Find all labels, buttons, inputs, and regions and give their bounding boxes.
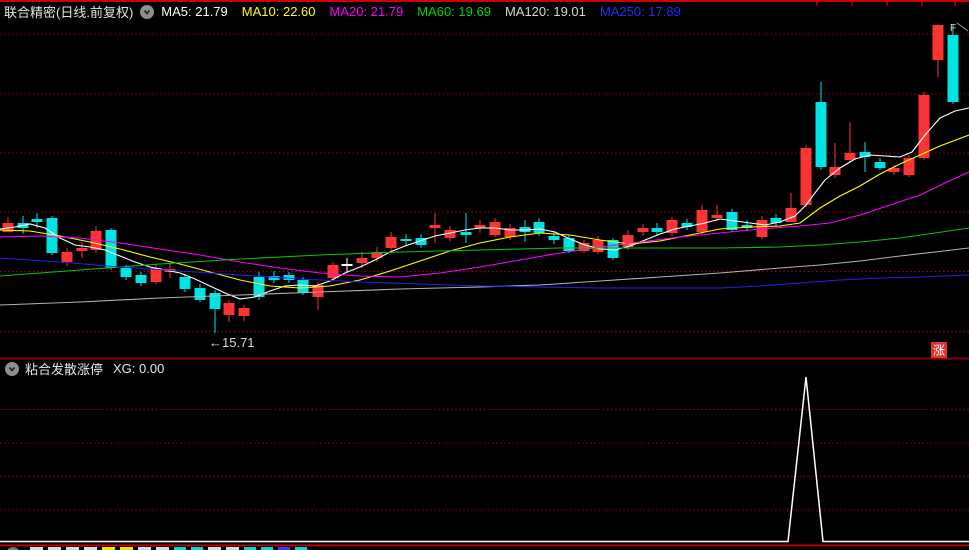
ma-label: MA120: 19.01 xyxy=(504,4,586,19)
ma-label: MA20: 21.79 xyxy=(329,4,404,19)
collapse-main-panel-icon[interactable] xyxy=(140,4,155,19)
ma-line-ma20 xyxy=(0,171,969,278)
ma-readout: MA5: 21.79 MA10: 22.60 MA20: 21.79 MA60: 19… xyxy=(161,4,695,19)
ma-label: MA5: 21.79 xyxy=(161,4,228,19)
indicator-title: 粘合发散涨停 xyxy=(25,362,104,377)
rise-badge: 涨 xyxy=(931,342,947,358)
rise-badge-label: 涨 xyxy=(933,343,945,358)
flag-marker-annotation: F xyxy=(950,23,956,34)
xg-signal-line xyxy=(0,376,969,543)
collapse-indicator-panel-icon[interactable] xyxy=(5,361,19,376)
ma-label: MA250: 17.89 xyxy=(599,4,681,19)
low-price-annotation: ←15.71 xyxy=(209,335,255,350)
main-chart-header: 联合精密(日线.前复权) MA5: 21.79 MA10: 22.60 MA20: … xyxy=(4,3,695,20)
ma-label: MA10: 22.60 xyxy=(241,4,316,19)
ma-label: MA60: 19.69 xyxy=(417,4,491,19)
panel-dividers xyxy=(0,357,969,547)
ma-line-ma250 xyxy=(0,257,969,289)
indicator-xg-value: XG: 0.00 xyxy=(113,361,165,376)
symbol-title: 联合精密(日线.前复权) xyxy=(4,5,134,20)
stock-chart-canvas[interactable]: ←15.71 F 涨 xyxy=(0,0,969,550)
indicator-panel-header: 粘合发散涨停 XG: 0.00 xyxy=(4,360,164,377)
trading-app-window: ←15.71 F 涨 联合精密(日线.前复权) MA5: 21.79 MA10: 22… xyxy=(0,0,969,550)
next-panel-clipped-header xyxy=(0,546,969,550)
